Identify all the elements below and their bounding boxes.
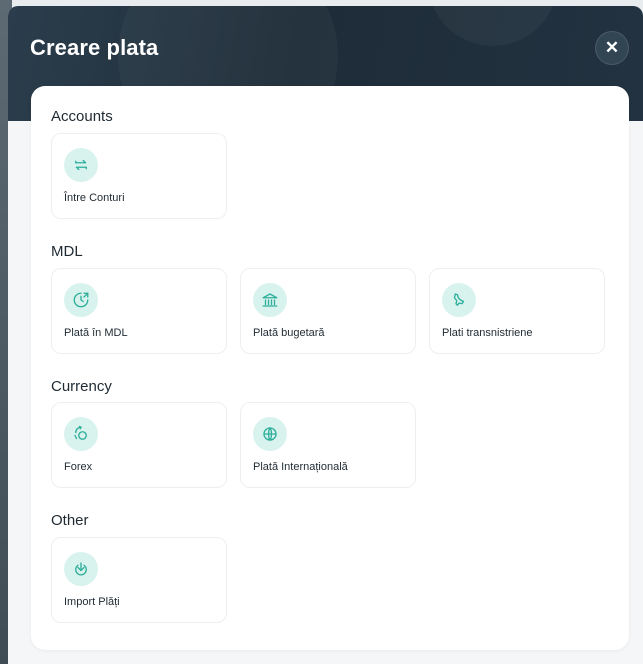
section-title-accounts: Accounts (51, 108, 113, 125)
section-title-other: Other (51, 512, 89, 529)
option-label: Plată bugetară (253, 327, 325, 339)
globe-icon (253, 417, 287, 451)
payment-option-plata-internationala[interactable]: Plată Internațională (240, 402, 416, 488)
payment-option-intre-conturi[interactable]: Între Conturi (51, 133, 227, 219)
option-label: Plată în MDL (64, 327, 128, 339)
transfer-arrows-icon (64, 148, 98, 182)
close-icon: ✕ (604, 38, 620, 57)
option-label: Forex (64, 461, 93, 473)
create-payment-modal: Creare plata ✕ Accounts Între Conturi MD… (8, 6, 643, 664)
payment-types-panel: Accounts Între Conturi MDL Plată în MDL (31, 86, 629, 650)
header-decoration (428, 6, 558, 46)
option-label: Plati transnistriene (442, 327, 533, 339)
modal-title: Creare plata (30, 35, 159, 60)
import-download-icon (64, 552, 98, 586)
option-label: Plată Internațională (253, 461, 348, 473)
government-building-icon (253, 283, 287, 317)
currency-exchange-icon (64, 417, 98, 451)
close-button[interactable]: ✕ (595, 31, 629, 65)
payment-option-plata-in-mdl[interactable]: Plată în MDL (51, 268, 227, 354)
clock-arrow-icon (64, 283, 98, 317)
section-title-mdl: MDL (51, 243, 83, 260)
payment-option-import-plati[interactable]: Import Plăți (51, 537, 227, 623)
section-title-currency: Currency (51, 378, 112, 395)
payment-option-plati-transnistriene[interactable]: Plati transnistriene (429, 268, 605, 354)
region-map-icon (442, 283, 476, 317)
payment-option-forex[interactable]: Forex (51, 402, 227, 488)
payment-option-plata-bugetara[interactable]: Plată bugetară (240, 268, 416, 354)
option-label: Între Conturi (64, 192, 125, 204)
option-label: Import Plăți (64, 596, 120, 608)
